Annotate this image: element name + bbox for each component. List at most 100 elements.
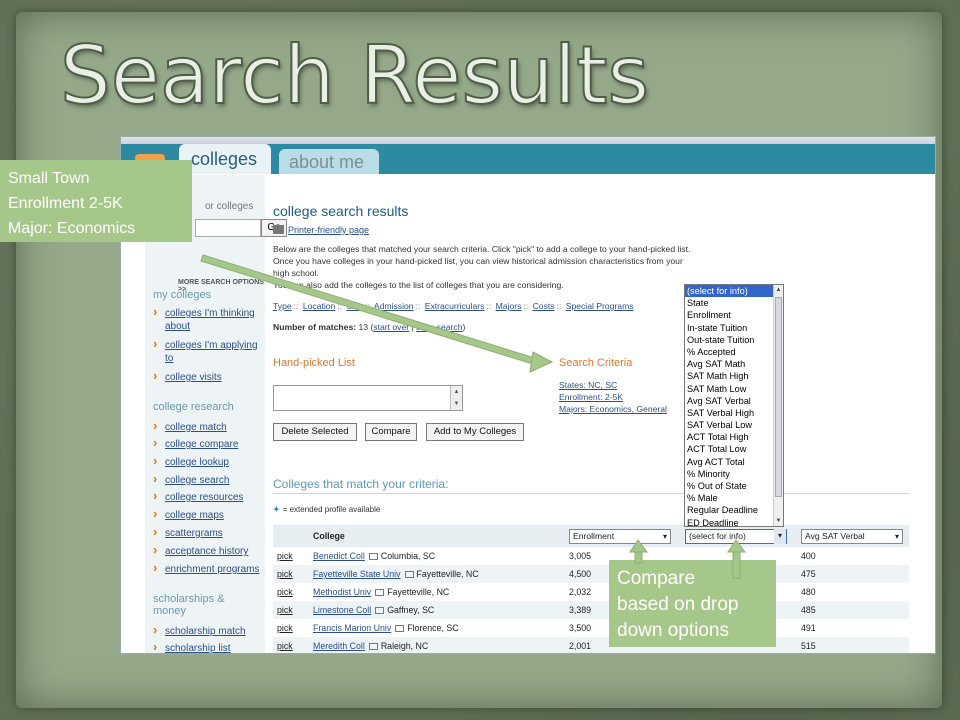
dropdown-option[interactable]: In-state Tuition <box>685 322 783 334</box>
nav-link-special-programs[interactable]: Special Programs <box>566 301 634 311</box>
sidebar-item-college-resources[interactable]: college resources <box>153 489 243 504</box>
extended-profile-icon[interactable] <box>375 607 385 614</box>
dropdown-option[interactable]: Avg SAT Verbal <box>685 395 783 407</box>
pick-link[interactable]: pick <box>273 601 309 619</box>
college-name-link[interactable]: Fayetteville State Univ <box>313 569 401 579</box>
dropdown-option[interactable]: ACT Total Low <box>685 443 783 455</box>
dropdown-option[interactable]: % Out of State <box>685 480 783 492</box>
dropdown-option[interactable]: SAT Math Low <box>685 383 783 395</box>
table-row: pick Benedict Coll Columbia, SC 3,005 400 <box>273 547 909 565</box>
scrollbar-thumb[interactable] <box>775 297 782 497</box>
college-name-link[interactable]: Methodist Univ <box>313 587 371 597</box>
scroll-up-arrow-icon[interactable]: ▲ <box>774 285 783 295</box>
handpicked-listbox[interactable]: ▲ ▼ <box>273 385 463 411</box>
sidebar-item-colleges-thinking[interactable]: colleges I'm thinking about <box>153 305 255 333</box>
dropdown-option[interactable]: % Accepted <box>685 346 783 358</box>
criteria-states-link[interactable]: States: NC, SC <box>559 380 617 390</box>
intro-text-2: You can also add the colleges to the lis… <box>273 280 564 290</box>
dropdown-option[interactable]: Out-state Tuition <box>685 334 783 346</box>
pick-link[interactable]: pick <box>273 565 309 583</box>
column-select-avg-sat-verbal[interactable]: Avg SAT Verbal <box>801 528 903 544</box>
sidebar-item-college-match[interactable]: college match <box>153 419 227 434</box>
column-select-enrollment[interactable]: Enrollment <box>569 528 671 544</box>
nav-link-majors[interactable]: Majors <box>496 301 522 311</box>
tab-about-me[interactable]: about me <box>279 149 379 174</box>
extended-profile-icon[interactable] <box>404 571 414 578</box>
sidebar-item-scholarship-match[interactable]: scholarship match <box>153 623 246 638</box>
nav-link-type[interactable]: Type <box>273 301 292 311</box>
nav-link-location[interactable]: Location <box>303 301 336 311</box>
nav-link-size[interactable]: Size <box>346 301 363 311</box>
dropdown-option[interactable]: ACT Total High <box>685 431 783 443</box>
compare-button[interactable]: Compare <box>365 423 417 441</box>
sidebar-item-college-visits[interactable]: college visits <box>153 369 222 384</box>
pick-link[interactable]: pick <box>273 637 309 653</box>
column-select-dropdown-list[interactable]: (select for info) State Enrollment In-state… <box>684 284 784 529</box>
extended-profile-icon[interactable] <box>368 643 378 650</box>
callout-line: down options <box>617 620 729 641</box>
nav-link-admission[interactable]: Admission <box>374 301 414 311</box>
extended-profile-icon[interactable] <box>375 589 385 596</box>
printer-friendly-label: Printer-friendly page <box>288 225 370 235</box>
criteria-enrollment-link[interactable]: Enrollment: 2-5K <box>559 392 623 402</box>
match-count: Number of matches: 13 (start over | save… <box>273 322 466 332</box>
sidebar-item-enrichment-programs[interactable]: enrichment programs <box>153 561 260 576</box>
start-over-link[interactable]: start over <box>373 322 409 332</box>
dropdown-option[interactable]: Avg ACT Total <box>685 456 783 468</box>
extended-profile-icon[interactable] <box>395 625 405 632</box>
sidebar-item-scholarship-list[interactable]: scholarship list <box>153 640 231 653</box>
nav-link-costs[interactable]: Costs <box>533 301 555 311</box>
scroll-down-arrow-icon[interactable]: ▼ <box>774 516 783 526</box>
sidebar-item-college-search[interactable]: college search <box>153 472 230 487</box>
printer-friendly-link[interactable]: Printer-friendly page <box>273 225 369 235</box>
dropdown-option[interactable]: SAT Verbal Low <box>685 419 783 431</box>
dropdown-option[interactable]: (select for info) <box>685 285 783 298</box>
college-name-link[interactable]: Meredith Coll <box>313 641 365 651</box>
dropdown-option[interactable]: SAT Verbal High <box>685 407 783 419</box>
college-location: Fayetteville, NC <box>416 569 479 579</box>
dropdown-option[interactable]: State <box>685 297 783 309</box>
extended-profile-icon[interactable] <box>368 553 378 560</box>
college-name-link[interactable]: Benedict Coll <box>313 551 365 561</box>
dropdown-option[interactable]: Regular Deadline <box>685 504 783 516</box>
callout-line: based on drop <box>617 594 739 615</box>
add-to-my-colleges-button[interactable]: Add to My Colleges <box>426 423 524 441</box>
criteria-majors-link[interactable]: Majors: Economics, General <box>559 404 667 414</box>
college-name-link[interactable]: Limestone Coll <box>313 605 371 615</box>
dropdown-option[interactable]: SAT Math High <box>685 370 783 382</box>
divider <box>273 493 909 494</box>
sidebar-item-label: colleges I'm thinking <box>165 308 255 319</box>
dropdown-option[interactable]: Enrollment <box>685 309 783 321</box>
sidebar-item-colleges-applying[interactable]: colleges I'm applying to <box>153 337 257 365</box>
sidebar-item-acceptance-history[interactable]: acceptance history <box>153 543 248 558</box>
dropdown-scrollbar[interactable]: ▲ ▼ <box>773 285 783 526</box>
delete-selected-button[interactable]: Delete Selected <box>273 423 357 441</box>
nav-link-extracurriculars[interactable]: Extracurriculars <box>425 301 485 311</box>
pick-link[interactable]: pick <box>273 547 309 565</box>
save-search-link[interactable]: save search <box>416 322 462 332</box>
sidebar-search-input[interactable] <box>195 219 261 237</box>
listbox-scrollbar[interactable]: ▲ ▼ <box>450 386 462 410</box>
tab-colleges[interactable]: colleges <box>179 144 271 174</box>
sidebar-item-college-lookup[interactable]: college lookup <box>153 454 229 469</box>
dropdown-option[interactable]: % Male <box>685 492 783 504</box>
sidebar-item-college-maps[interactable]: college maps <box>153 507 224 522</box>
extended-profile-icon: ✦ <box>273 505 280 514</box>
sidebar-item-scattergrams[interactable]: scattergrams <box>153 525 223 540</box>
sidebar-item-college-compare[interactable]: college compare <box>153 436 238 451</box>
pick-link[interactable]: pick <box>273 619 309 637</box>
scholarships-heading-line: money <box>153 605 187 617</box>
dropdown-option[interactable]: Avg SAT Math <box>685 358 783 370</box>
callout-line: Major: Economics <box>8 220 136 237</box>
pick-link[interactable]: pick <box>273 583 309 601</box>
column-select-3-cell: Avg SAT Verbal <box>797 525 909 547</box>
dropdown-option[interactable]: % Minority <box>685 468 783 480</box>
college-cell: Francis Marion Univ Florence, SC <box>309 619 565 637</box>
dropdown-option[interactable]: ED Deadline <box>685 517 783 529</box>
column-select-info[interactable]: (select for info) <box>685 528 787 544</box>
criteria-nav-links: Type:: Location:: Size:: Admission:: Ext… <box>273 301 634 311</box>
sat-verbal-cell: 485 <box>797 601 909 619</box>
sidebar-item-label: to <box>165 353 174 364</box>
college-name-link[interactable]: Francis Marion Univ <box>313 623 391 633</box>
intro-text: Below are the colleges that matched your… <box>273 244 691 278</box>
